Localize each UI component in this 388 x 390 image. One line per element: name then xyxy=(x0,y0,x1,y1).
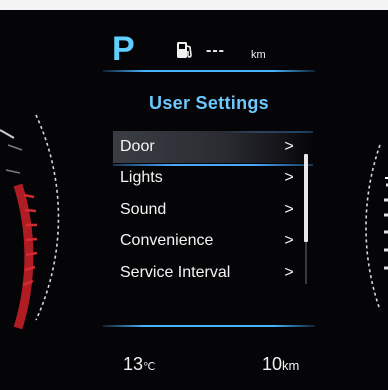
menu-item-service-interval[interactable]: Service Interval > xyxy=(113,257,313,289)
chevron-right-icon: > xyxy=(284,200,294,218)
fuel-range-value: --- xyxy=(206,42,225,59)
left-gauge-red-zone xyxy=(13,183,34,330)
menu-scrollbar-thumb[interactable] xyxy=(304,154,308,242)
fuel-range-unit: km xyxy=(251,49,266,61)
header-divider xyxy=(103,70,315,72)
instrument-cluster-display: P --- km User Settings Door > Lights > S… xyxy=(0,10,388,390)
fuel-pump-icon xyxy=(177,42,192,58)
settings-menu-list: Door > Lights > Sound > Convenience > Se… xyxy=(113,131,313,297)
outside-temperature: 13℃ xyxy=(123,355,155,376)
left-gauge-ticks xyxy=(5,144,23,174)
selection-bottom-line xyxy=(113,164,313,166)
left-gauge xyxy=(0,114,60,330)
chevron-right-icon: > xyxy=(284,137,294,155)
right-gauge xyxy=(365,144,388,311)
trip-distance: 10km xyxy=(262,355,299,375)
menu-title: User Settings xyxy=(149,93,269,113)
left-gauge-dotted-arc xyxy=(35,114,60,321)
footer-divider xyxy=(103,325,315,327)
distance-unit: km xyxy=(282,358,300,373)
temperature-value: 13 xyxy=(123,354,144,374)
temperature-unit: ℃ xyxy=(143,361,156,373)
menu-item-door[interactable]: Door > xyxy=(113,131,313,163)
menu-item-sound[interactable]: Sound > xyxy=(113,194,313,226)
chevron-right-icon: > xyxy=(284,263,294,281)
distance-value: 10 xyxy=(262,354,283,374)
right-gauge-dotted-arc xyxy=(365,144,381,311)
menu-item-convenience[interactable]: Convenience > xyxy=(113,226,313,258)
menu-item-lights[interactable]: Lights > xyxy=(113,163,313,195)
gear-indicator: P xyxy=(112,30,135,68)
right-gauge-ticks xyxy=(384,183,388,270)
chevron-right-icon: > xyxy=(284,232,294,250)
chevron-right-icon: > xyxy=(284,169,294,187)
